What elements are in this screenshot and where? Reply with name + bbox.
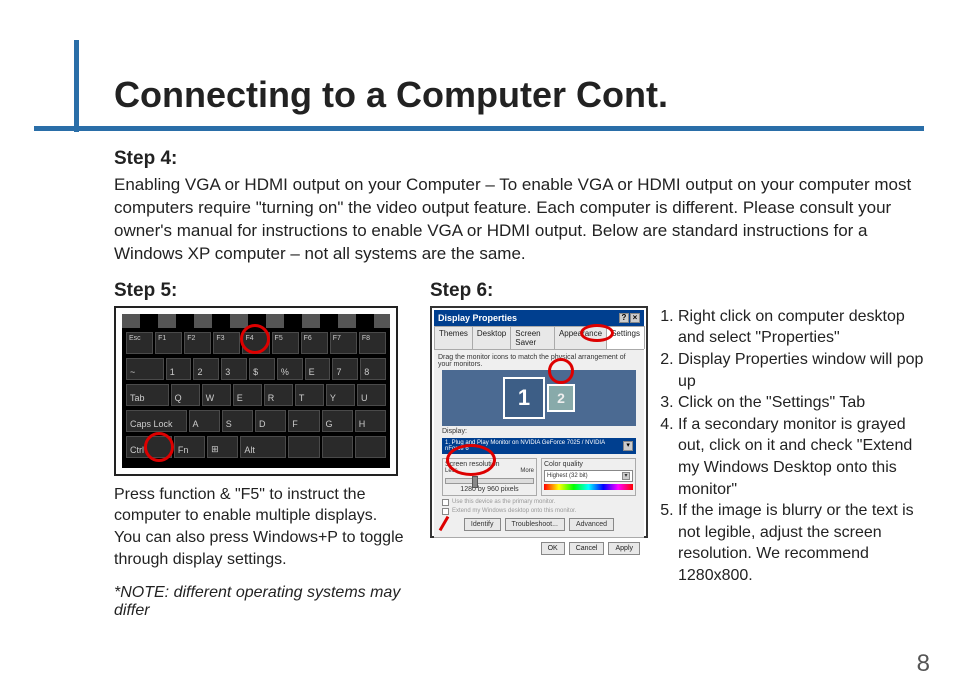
tab-desktop: Desktop [472,326,511,349]
instruction-item: If a secondary monitor is grayed out, cl… [678,414,930,500]
step5-column: Step 5: Esc F1 F2 F3 F4 F5 F6 F7 [114,280,412,620]
checkbox-primary-monitor: Use this device as the primary monitor. [438,498,640,507]
apply-button: Apply [608,542,640,555]
instruction-item: Right click on computer desktop and sele… [678,306,930,349]
dialog-title-text: Display Properties [438,313,517,323]
instruction-item: Click on the "Settings" Tab [678,392,930,414]
dialog-titlebar: Display Properties ?× [434,310,644,326]
step5-label: Step 5: [114,280,412,302]
close-icon: × [630,313,640,323]
highlight-fn-key [144,432,174,462]
step5-p1: Press function & "F5" to instruct the co… [114,484,412,527]
resolution-value: 1280 by 960 pixels [445,486,534,493]
checkbox-extend-desktop: Extend my Windows desktop onto this moni… [438,507,640,516]
keyboard-illustration: Esc F1 F2 F3 F4 F5 F6 F7 F8 ~ 1 [114,306,398,476]
troubleshoot-button: Troubleshoot... [505,518,565,531]
columns: Step 5: Esc F1 F2 F3 F4 F5 F6 F7 [114,280,930,620]
page-title: Connecting to a Computer Cont. [114,74,668,116]
display-label: Display: [438,428,640,435]
step6-column: Step 6: Display Properties ?× Themes [430,280,930,620]
keyboard-row-num: ~ 1 2 3 $ % E 7 8 [126,358,386,380]
highlight-monitor-2 [548,358,574,384]
display-properties-illustration: Display Properties ?× Themes Desktop Scr… [430,306,648,587]
content-area: Step 4: Enabling VGA or HDMI output on y… [114,148,930,620]
step6-instructions: Right click on computer desktop and sele… [658,306,930,587]
step5-note: *NOTE: different operating systems may d… [114,584,412,620]
keyboard-row-asdf: Caps Lock A S D F G H [126,410,386,432]
identify-button: Identify [464,518,501,531]
decor-vline [74,40,79,132]
monitor-2-icon: 2 [547,384,575,412]
advanced-button: Advanced [569,518,614,531]
highlight-settings-tab [580,324,614,342]
step6-label: Step 6: [430,280,930,302]
page-number: 8 [917,650,930,678]
chevron-down-icon: ▾ [623,441,633,451]
step4-body: Enabling VGA or HDMI output on your Comp… [114,174,920,266]
highlight-resolution-slider [446,444,496,476]
color-quality-dropdown: Highest (32 bit)▾ [544,470,633,482]
resolution-slider [445,478,534,484]
cancel-button: Cancel [569,542,605,555]
instruction-item: Display Properties window will pop up [678,349,930,392]
monitor-arrangement-area: 1 2 [442,370,636,426]
dialog-hint: Drag the monitor icons to match the phys… [438,354,640,368]
instruction-item: If the image is blurry or the text is no… [678,500,930,586]
keyboard-row-qwerty: Tab Q W E R T Y U [126,384,386,406]
color-rainbow-icon [544,484,633,490]
step5-p2: You can also press Windows+P to toggle t… [114,527,412,570]
step4-label: Step 4: [114,148,930,170]
highlight-f5-key [240,324,270,354]
manual-page: Connecting to a Computer Cont. Step 4: E… [0,0,954,694]
help-icon: ? [619,313,629,323]
monitor-1-icon: 1 [503,377,545,419]
window-buttons: ?× [619,313,640,323]
decor-hline [34,126,924,131]
tab-themes: Themes [434,326,473,349]
color-quality-section: Color quality Highest (32 bit)▾ [541,458,636,496]
tab-screensaver: Screen Saver [510,326,555,349]
ok-button: OK [541,542,565,555]
step5-body: Press function & "F5" to instruct the co… [114,484,412,570]
chevron-down-icon: ▾ [622,472,630,480]
